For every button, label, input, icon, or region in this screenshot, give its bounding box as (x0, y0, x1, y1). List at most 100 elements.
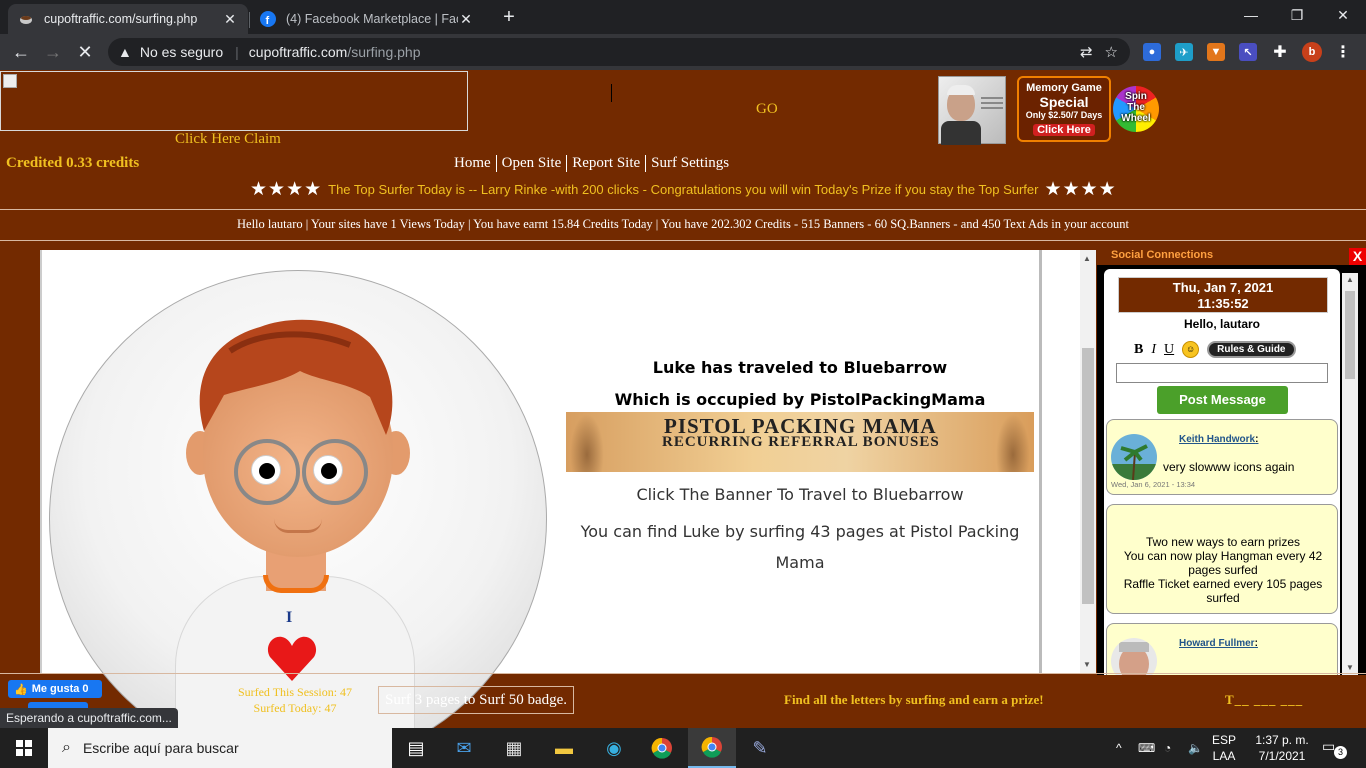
chrome-icon[interactable] (638, 728, 686, 768)
paint-icon[interactable]: ✎ (736, 728, 784, 768)
window-close-icon[interactable]: ✕ (1320, 0, 1366, 30)
mail-icon[interactable]: ✉ (440, 728, 488, 768)
memory-line3: Only $2.50/7 Days (1025, 110, 1103, 120)
volume-icon[interactable]: 🔈 (1188, 728, 1203, 768)
minimize-icon[interactable]: — (1228, 0, 1274, 30)
forward-icon[interactable]: → (40, 39, 66, 65)
not-secure-label[interactable]: No es seguro (140, 44, 223, 60)
nav-open-site[interactable]: Open Site (502, 155, 568, 172)
windows-logo-icon (16, 740, 32, 756)
extensions-puzzle-icon[interactable]: ✚ (1271, 43, 1289, 61)
post-message-button[interactable]: Post Message (1157, 386, 1288, 414)
thumbs-up-icon: 👍 (14, 683, 28, 696)
message-input[interactable] (1116, 363, 1328, 383)
tab-title: (4) Facebook Marketplace | Facebook (286, 12, 458, 26)
scroll-up-icon[interactable]: ▲ (1346, 275, 1354, 284)
top-banner-image[interactable] (0, 71, 468, 131)
claim-link[interactable]: Click Here Claim (175, 131, 281, 148)
go-button[interactable]: GO (756, 101, 778, 118)
nav-home[interactable]: Home (454, 155, 497, 172)
notification-count: 3 (1334, 746, 1347, 759)
frame-scrollbar[interactable]: ▲ ▼ (1080, 250, 1096, 674)
chrome-active-icon[interactable] (688, 728, 736, 768)
surf-frame: I Luke has traveled to Bluebarrow Which … (40, 250, 1096, 728)
task-view-icon[interactable]: ▤ (392, 728, 440, 768)
smiley-icon[interactable]: ☺ (1182, 341, 1200, 358)
top-surfer-marquee: ★★★★ The Top Surfer Today is -- Larry Ri… (244, 178, 1123, 201)
store-icon[interactable]: ▦ (490, 728, 538, 768)
underline-button[interactable]: U (1164, 342, 1174, 358)
spin-the-wheel-button[interactable]: Spin The Wheel (1113, 86, 1159, 132)
language-indicator[interactable]: ESP LAA (1212, 732, 1236, 764)
nav-report-site[interactable]: Report Site (572, 155, 647, 172)
nav-surf-settings[interactable]: Surf Settings (651, 155, 734, 172)
windows-start-button[interactable] (0, 728, 48, 768)
scroll-thumb[interactable] (1082, 348, 1094, 604)
browser-toolbar: ← → ✕ ▲ No es seguro | cupoftraffic.com /… (0, 34, 1366, 70)
scroll-thumb[interactable] (1345, 291, 1355, 379)
story-line3: Click The Banner To Travel to Bluebarrow (636, 485, 964, 504)
address-bar[interactable]: ▲ No es seguro | cupoftraffic.com/surfin… (108, 38, 1130, 66)
story-line4: You can find Luke by surfing 43 pages at… (580, 522, 1020, 572)
main-nav: Home Open Site Report Site Surf Settings (454, 155, 739, 172)
translate-icon[interactable]: ⇄ (1080, 43, 1093, 61)
chat-author-link[interactable]: Keith Handwork: (1179, 434, 1258, 445)
extension-pin-icon[interactable]: ● (1143, 43, 1161, 61)
profile-avatar[interactable]: b (1302, 42, 1322, 62)
extension-cursor-icon[interactable]: ↖ (1239, 43, 1257, 61)
social-panel: Thu, Jan 7, 2021 11:35:52 Hello, lautaro… (1097, 265, 1366, 675)
maximize-icon[interactable]: ❐ (1274, 0, 1320, 30)
tab-close-icon[interactable]: ✕ (222, 11, 238, 27)
surf-counter: Surfed This Session: 47 Surfed Today: 47 (237, 685, 353, 715)
credited-text: Credited 0.33 credits (6, 155, 140, 171)
avatar[interactable] (1111, 638, 1157, 675)
tray-chevron-icon[interactable]: ^ (1116, 728, 1122, 768)
tab-close-icon[interactable]: ✕ (458, 11, 474, 27)
taskbar-clock[interactable]: 1:37 p. m. 7/1/2021 (1252, 732, 1312, 764)
luke-avatar-image: I (49, 270, 547, 728)
social-scrollbar[interactable]: ▲ ▼ (1342, 273, 1358, 675)
edge-icon[interactable]: ◉ (590, 728, 638, 768)
chat-message: Howard Fullmer: (1106, 623, 1338, 675)
extension-wing-icon[interactable]: ✈ (1175, 43, 1193, 61)
memory-line2: Special (1039, 94, 1089, 110)
metamask-fox-icon[interactable]: ▼ (1207, 43, 1225, 61)
taskbar-search[interactable]: ⌕ Escribe aquí para buscar (48, 728, 392, 768)
letters-puzzle: T__ ___ ___ (1225, 692, 1304, 707)
svg-text:f: f (266, 15, 270, 27)
social-close-button[interactable]: X (1349, 248, 1366, 265)
bookmark-star-icon[interactable]: ☆ (1105, 43, 1118, 61)
scroll-down-icon[interactable]: ▼ (1346, 663, 1354, 672)
rules-guide-button[interactable]: Rules & Guide (1207, 341, 1296, 358)
find-letters-text: Find all the letters by surfing and earn… (784, 692, 1044, 707)
avatar[interactable] (1111, 434, 1157, 480)
stop-icon[interactable]: ✕ (72, 39, 98, 65)
italic-button[interactable]: I (1151, 342, 1156, 358)
chat-author-link[interactable]: Howard Fullmer: (1179, 638, 1258, 649)
warning-icon[interactable]: ▲ (118, 44, 132, 60)
social-hello: Hello, lautaro (1183, 317, 1260, 331)
facebook-icon: f (260, 11, 276, 27)
file-explorer-icon[interactable]: ▬ (540, 728, 588, 768)
wifi-icon[interactable]: ◔ (1164, 728, 1171, 768)
chat-system-message: Two new ways to earn prizes You can now … (1106, 504, 1338, 614)
new-tab-button[interactable]: + (498, 6, 520, 28)
menu-kebab-icon[interactable]: ⋮ (1334, 43, 1352, 61)
bold-button[interactable]: B (1134, 342, 1143, 358)
scroll-up-icon[interactable]: ▲ (1083, 254, 1091, 263)
scroll-down-icon[interactable]: ▼ (1083, 660, 1091, 669)
facebook-like-button[interactable]: 👍 Me gusta 0 (8, 680, 102, 698)
social-clock: Thu, Jan 7, 2021 11:35:52 (1118, 277, 1328, 313)
ad-photo-banner[interactable] (938, 76, 1006, 145)
notification-center-icon[interactable]: ▭ 3 (1322, 738, 1347, 759)
pistol-packing-mama-banner[interactable]: PISTOL PACKING MAMA RECURRING REFERRAL B… (566, 412, 1034, 472)
chat-date: Wed, Jan 6, 2021 - 13:34 (1111, 480, 1196, 489)
top-surfer-text: The Top Surfer Today is -- Larry Rinke -… (328, 182, 1039, 197)
url-host: cupoftraffic.com (248, 44, 348, 60)
back-icon[interactable]: ← (8, 39, 34, 65)
keyboard-icon[interactable]: ⌨ (1138, 728, 1155, 768)
memory-game-ad[interactable]: Memory Game Special Only $2.50/7 Days Cl… (1017, 76, 1111, 142)
tab-cupoftraffic[interactable]: cupoftraffic.com/surfing.php ✕ (8, 4, 248, 34)
tab-facebook[interactable]: f (4) Facebook Marketplace | Facebook ✕ (250, 4, 484, 34)
windows-taskbar: ⌕ Escribe aquí para buscar ▤ ✉ ▦ ▬ ◉ ✎ ^… (0, 728, 1366, 768)
